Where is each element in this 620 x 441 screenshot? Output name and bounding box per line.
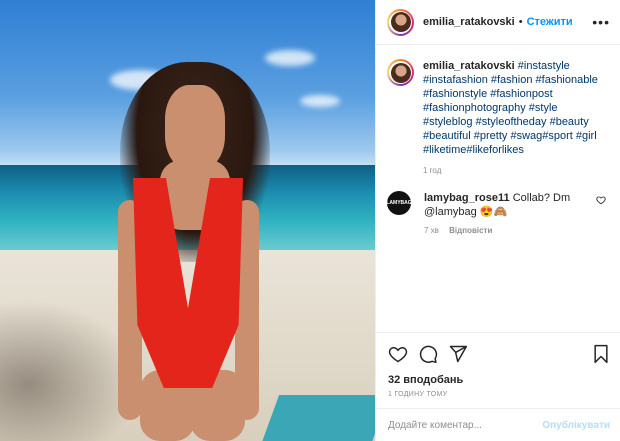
- post-photo[interactable]: [0, 0, 375, 441]
- likes-count[interactable]: 32 вподобань: [388, 374, 610, 386]
- post-caption: emilia_ratakovski #instastyle #instafash…: [376, 45, 620, 157]
- cloud: [265, 50, 315, 66]
- comment-icon[interactable]: [418, 344, 438, 364]
- action-icons: [388, 342, 610, 366]
- caption-author-avatar[interactable]: [387, 59, 414, 86]
- comment-author[interactable]: lamybag_rose11: [424, 192, 510, 204]
- reply-button[interactable]: Відповісти: [449, 226, 492, 235]
- post-header: emilia_ratakovski • Стежити •••: [376, 0, 620, 45]
- comment-text-block: lamybag_rose11 Collab? Dm @lamybag 😍🙈: [424, 191, 594, 219]
- comment-time: 7 хв: [424, 226, 439, 235]
- add-comment-bar: Опублікувати: [376, 408, 620, 441]
- comment-meta: 7 хв Відповісти: [424, 226, 620, 235]
- follow-button[interactable]: Стежити: [527, 16, 573, 28]
- caption-time: 1 год: [423, 166, 442, 175]
- post-side-panel: emilia_ratakovski • Стежити ••• emilia_r…: [375, 0, 620, 441]
- heart-icon[interactable]: [388, 344, 408, 364]
- separator-dot: •: [518, 16, 523, 28]
- comment-item: LAMYBAG lamybag_rose11 Collab? Dm @lamyb…: [376, 175, 620, 219]
- caption-text: emilia_ratakovski #instastyle #instafash…: [423, 59, 603, 157]
- paper-plane-icon[interactable]: [448, 344, 468, 364]
- author-username[interactable]: emilia_ratakovski: [423, 16, 515, 28]
- caption-author[interactable]: emilia_ratakovski: [423, 60, 515, 72]
- instagram-post: emilia_ratakovski • Стежити ••• emilia_r…: [0, 0, 620, 441]
- post-actions: 32 вподобань 1 ГОДИНУ ТОМУ: [376, 332, 620, 398]
- posted-time: 1 ГОДИНУ ТОМУ: [388, 391, 448, 398]
- caption-hashtags[interactable]: #instastyle #instafashion #fashion #fash…: [423, 60, 598, 156]
- bookmark-icon[interactable]: [592, 344, 610, 364]
- author-avatar[interactable]: [387, 8, 414, 36]
- towel: [260, 395, 375, 441]
- cloud: [300, 95, 340, 107]
- publish-button[interactable]: Опублікувати: [542, 420, 610, 431]
- comment-input[interactable]: [388, 419, 543, 431]
- comment-like-icon[interactable]: [596, 195, 606, 208]
- more-options-icon[interactable]: •••: [592, 14, 610, 30]
- face: [165, 85, 225, 170]
- commenter-avatar[interactable]: LAMYBAG: [386, 191, 412, 215]
